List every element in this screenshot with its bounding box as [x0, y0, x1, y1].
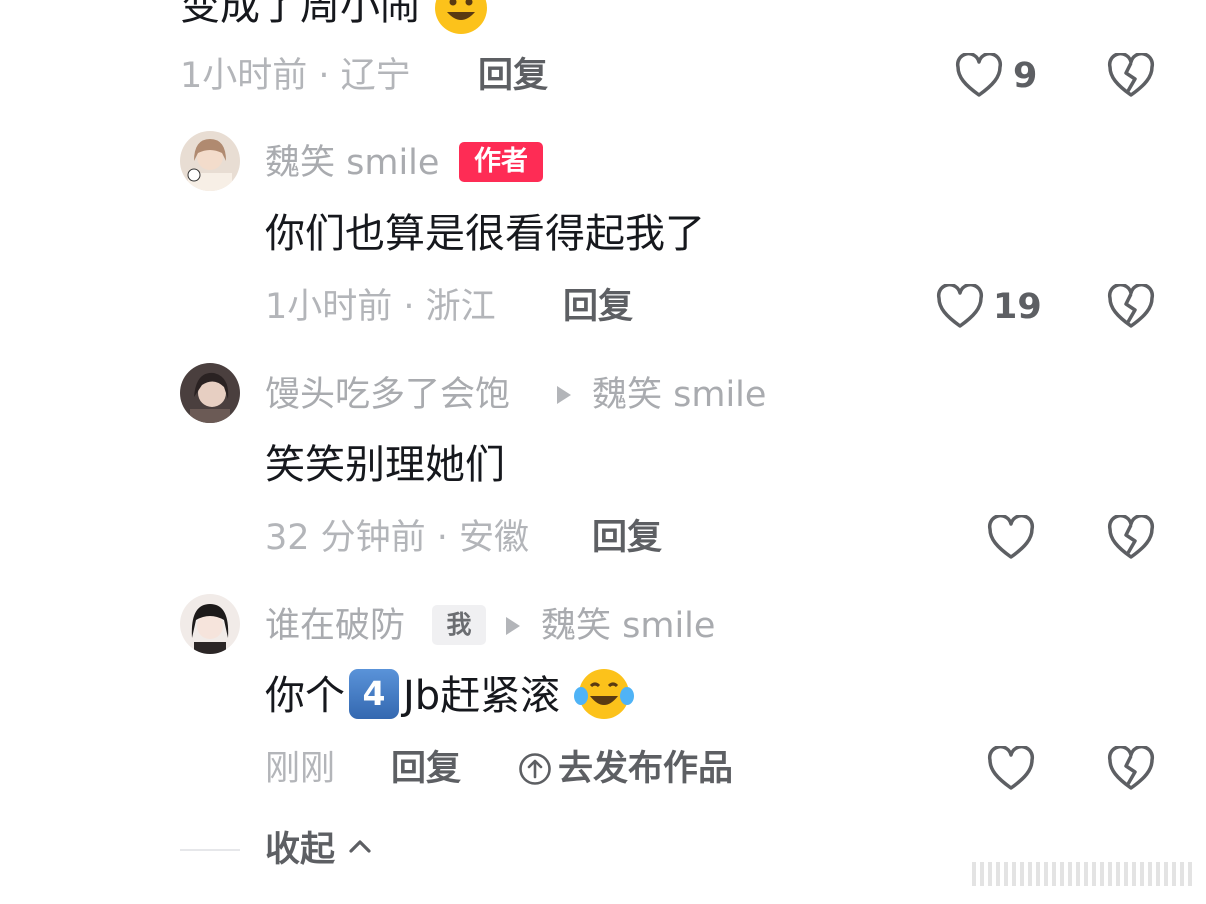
publish-work-button[interactable]: 去发布作品 — [558, 749, 733, 789]
collapse-divider — [180, 849, 240, 851]
reply-button[interactable]: 回复 — [563, 287, 633, 327]
upload-circle-icon[interactable] — [518, 752, 552, 786]
prev-comment-text: 变成了周小闹 — [180, 0, 489, 36]
author-badge: 作者 — [459, 142, 543, 182]
prev-comment-text-label: 变成了周小闹 — [180, 0, 420, 29]
comment-author-name[interactable]: 谁在破防 — [265, 606, 405, 646]
chevron-up-icon — [349, 840, 371, 853]
comment-text-before: 你个 — [265, 673, 345, 719]
me-badge: 我 — [432, 605, 486, 645]
avatar[interactable] — [180, 363, 240, 423]
prev-comment-reply-button[interactable]: 回复 — [478, 56, 548, 96]
watermark-strip — [972, 862, 1196, 886]
comment-text: 你们也算是很看得起我了 — [265, 211, 705, 257]
comment-author-name[interactable]: 魏笑 smile — [265, 143, 439, 183]
collapse-label: 收起 — [265, 830, 336, 870]
play-triangle-icon — [506, 617, 520, 635]
comment-meta: 1小时前 · 浙江 — [265, 287, 496, 327]
comment-meta: 32 分钟前 · 安徽 — [265, 518, 530, 558]
heart-outline-icon[interactable] — [987, 746, 1035, 792]
avatar[interactable] — [180, 594, 240, 654]
reply-to-name[interactable]: 魏笑 smile — [592, 375, 766, 415]
play-triangle-icon — [557, 386, 571, 404]
reply-to-name[interactable]: 魏笑 smile — [541, 606, 715, 646]
heart-outline-icon[interactable] — [987, 515, 1035, 561]
broken-heart-icon[interactable] — [1107, 515, 1155, 561]
prev-comment-meta: 1小时前 · 辽宁 — [180, 56, 411, 96]
broken-heart-icon[interactable] — [1107, 53, 1155, 99]
reply-button[interactable]: 回复 — [391, 749, 461, 789]
comment-author-name[interactable]: 馒头吃多了会饱 — [265, 375, 510, 415]
reply-button[interactable]: 回复 — [592, 518, 662, 558]
keycap-digit-emoji: 4 — [349, 669, 399, 719]
collapse-button[interactable]: 收起 — [265, 830, 373, 870]
broken-heart-icon[interactable] — [1107, 284, 1155, 330]
heart-outline-icon[interactable] — [936, 284, 984, 330]
comment-text-after: Jb赶紧滚 — [403, 673, 561, 719]
grinning-emoji-icon — [434, 0, 487, 34]
crying-laughing-emoji-icon — [573, 669, 634, 719]
comment-meta: 刚刚 — [265, 749, 336, 789]
avatar[interactable] — [180, 131, 240, 191]
comment-text: 你个 4 Jb赶紧滚 — [265, 669, 635, 726]
broken-heart-icon[interactable] — [1107, 746, 1155, 792]
prev-comment-like-count: 9 — [1013, 56, 1038, 96]
like-count: 19 — [993, 287, 1042, 327]
comment-text: 笑笑别理她们 — [265, 442, 505, 488]
heart-outline-icon[interactable] — [955, 53, 1003, 99]
